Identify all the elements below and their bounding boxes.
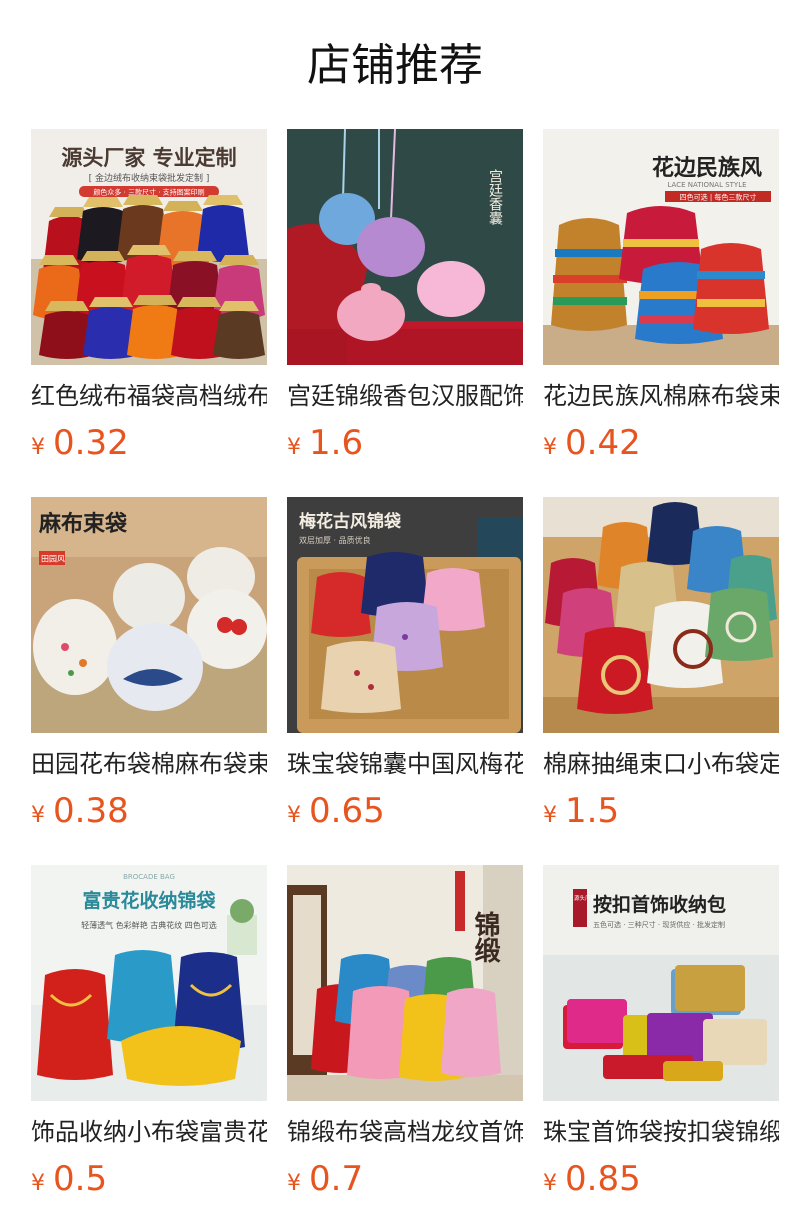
product-name[interactable]: 珠宝袋锦囊中国风梅花 [287,747,523,781]
product-price: ¥0.7 [287,1159,523,1199]
product-price: ¥1.6 [287,423,523,463]
product-image-art: 宫廷香囊 [287,129,523,365]
product-price: ¥0.65 [287,791,523,831]
product-card[interactable]: 花边民族风 LACE NATIONAL STYLE 四色可选 | 每色三款尺寸 … [543,129,779,463]
price-value: 0.5 [53,1159,108,1199]
product-card[interactable]: 锦缎 锦缎布袋高档龙纹首饰 ¥0.7 [287,865,523,1199]
product-image[interactable]: 麻布束袋 田园风 [31,497,267,733]
price-value: 0.7 [309,1159,364,1199]
currency-symbol: ¥ [287,803,301,828]
product-price: ¥0.32 [31,423,267,463]
currency-symbol: ¥ [287,435,301,460]
banner-subtext: LACE NATIONAL STYLE [667,181,746,189]
product-image[interactable]: 花边民族风 LACE NATIONAL STYLE 四色可选 | 每色三款尺寸 [543,129,779,365]
product-price: ¥1.5 [543,791,779,831]
banner-text: 花边民族风 [652,155,762,181]
currency-symbol: ¥ [543,435,557,460]
product-name[interactable]: 宫廷锦缎香包汉服配饰 [287,379,523,413]
product-card[interactable]: 麻布束袋 田园风 田园花布袋棉麻布袋束口 ¥0.38 [31,497,267,831]
banner-tag: 田园风 [41,555,65,564]
currency-symbol: ¥ [543,1171,557,1196]
product-card[interactable]: 宫廷香囊 宫廷锦缎香包汉服配饰 ¥1.6 [287,129,523,463]
product-card[interactable]: BROCADE BAG 富贵花收纳锦袋 轻薄透气 色彩鲜艳 古典花纹 四色可选 … [31,865,267,1199]
product-image-art: 锦缎 [287,865,523,1101]
product-image-art: 麻布束袋 田园风 [31,497,267,733]
product-name[interactable]: 饰品收纳小布袋富贵花 [31,1115,267,1149]
product-price: ¥0.42 [543,423,779,463]
product-image[interactable]: 源头厂家 按扣首饰收纳包 五色可选 · 三种尺寸 · 现货供应 · 批发定制 [543,865,779,1101]
banner-text: 锦缎 [470,910,500,964]
banner-subtext: [ 金边绒布收纳束袋批发定制 ] [89,172,210,184]
price-value: 0.42 [565,423,641,463]
product-grid: 源头厂家 专业定制 [ 金边绒布收纳束袋批发定制 ] 颜色众多 · 三款尺寸 ·… [0,0,790,1232]
product-image-art: 源头厂家 按扣首饰收纳包 五色可选 · 三种尺寸 · 现货供应 · 批发定制 [543,865,779,1101]
price-value: 1.6 [309,423,364,463]
banner-text: 按扣首饰收纳包 [593,893,726,916]
product-image[interactable]: BROCADE BAG 富贵花收纳锦袋 轻薄透气 色彩鲜艳 古典花纹 四色可选 [31,865,267,1101]
product-name[interactable]: 花边民族风棉麻布袋束口 [543,379,779,413]
price-value: 0.85 [565,1159,641,1199]
banner-text: 梅花古风锦袋 [299,511,402,532]
product-name[interactable]: 锦缎布袋高档龙纹首饰 [287,1115,523,1149]
price-value: 0.65 [309,791,385,831]
banner-text: 宫廷香囊 [487,169,503,225]
product-name[interactable]: 棉麻抽绳束口小布袋定制 [543,747,779,781]
product-card[interactable]: 梅花古风锦袋 双层加厚 · 品质优良 珠宝袋锦囊中国风梅花 ¥0.65 [287,497,523,831]
banner-tag: 轻薄透气 色彩鲜艳 古典花纹 四色可选 [81,920,217,930]
price-value: 0.32 [53,423,129,463]
price-value: 0.38 [53,791,129,831]
product-image[interactable]: 宫廷香囊 [287,129,523,365]
currency-symbol: ¥ [287,1171,301,1196]
product-name[interactable]: 红色绒布福袋高档绒布 [31,379,267,413]
product-image[interactable]: 锦缎 [287,865,523,1101]
currency-symbol: ¥ [31,435,45,460]
product-image-art: 梅花古风锦袋 双层加厚 · 品质优良 [287,497,523,733]
banner-subtext: BROCADE BAG [123,873,175,881]
product-card[interactable]: 源头厂家 按扣首饰收纳包 五色可选 · 三种尺寸 · 现货供应 · 批发定制 珠… [543,865,779,1199]
product-price: ¥0.5 [31,1159,267,1199]
currency-symbol: ¥ [31,803,45,828]
banner-subtext: 双层加厚 · 品质优良 [299,535,371,545]
product-image-art [543,497,779,733]
product-image[interactable] [543,497,779,733]
banner-text: 麻布束袋 [38,511,128,537]
currency-symbol: ¥ [543,803,557,828]
banner-tag: 四色可选 | 每色三款尺寸 [680,193,757,202]
currency-symbol: ¥ [31,1171,45,1196]
product-image[interactable]: 梅花古风锦袋 双层加厚 · 品质优良 [287,497,523,733]
product-name[interactable]: 珠宝首饰袋按扣袋锦缎 [543,1115,779,1149]
product-price: ¥0.85 [543,1159,779,1199]
price-value: 1.5 [565,791,620,831]
product-card[interactable]: 源头厂家 专业定制 [ 金边绒布收纳束袋批发定制 ] 颜色众多 · 三款尺寸 ·… [31,129,267,463]
banner-text: 富贵花收纳锦袋 [82,889,216,912]
product-image[interactable]: 源头厂家 专业定制 [ 金边绒布收纳束袋批发定制 ] 颜色众多 · 三款尺寸 ·… [31,129,267,365]
banner-subtext: 五色可选 · 三种尺寸 · 现货供应 · 批发定制 [593,920,725,929]
product-image-art: BROCADE BAG 富贵花收纳锦袋 轻薄透气 色彩鲜艳 古典花纹 四色可选 [31,865,267,1101]
product-image-art: 花边民族风 LACE NATIONAL STYLE 四色可选 | 每色三款尺寸 [543,129,779,365]
banner-text: 源头厂家 专业定制 [61,145,236,170]
product-image-art: 源头厂家 专业定制 [ 金边绒布收纳束袋批发定制 ] 颜色众多 · 三款尺寸 ·… [31,129,267,365]
product-price: ¥0.38 [31,791,267,831]
product-card[interactable]: 棉麻抽绳束口小布袋定制 ¥1.5 [543,497,779,831]
product-name[interactable]: 田园花布袋棉麻布袋束口 [31,747,267,781]
